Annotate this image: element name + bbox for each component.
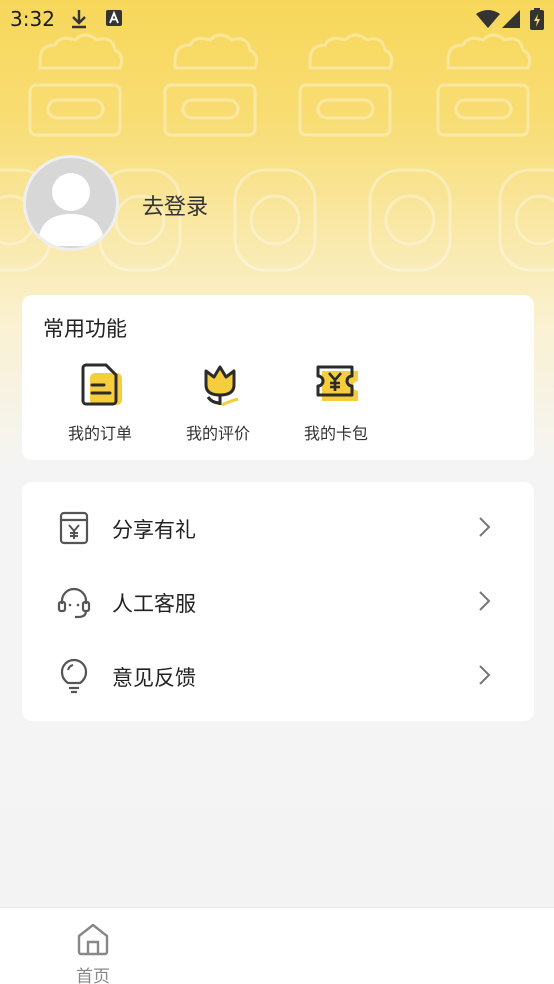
status-bar: 3:32 bbox=[0, 0, 554, 38]
chevron-right-icon bbox=[479, 665, 491, 685]
common-functions-title: 常用功能 bbox=[43, 317, 127, 341]
my-card-wallet-button[interactable]: 我的卡包 bbox=[286, 361, 386, 451]
chevron-right-icon bbox=[479, 517, 491, 537]
yuan-ticket-icon bbox=[316, 365, 358, 401]
feedback-label: 意见反馈 bbox=[112, 666, 196, 690]
bottom-navigation: 首页 bbox=[0, 907, 554, 984]
menu-item-feedback[interactable]: 意见反馈 bbox=[22, 639, 534, 713]
download-icon bbox=[72, 10, 86, 29]
menu-item-share-gift[interactable]: 分享有礼 bbox=[22, 491, 534, 565]
common-functions-card: 常用功能 我的订单 我的评价 我的卡包 bbox=[22, 295, 534, 460]
share-gift-label: 分享有礼 bbox=[112, 518, 196, 542]
share-gift-icon bbox=[59, 511, 89, 545]
menu-item-customer-service[interactable]: 人工客服 bbox=[22, 565, 534, 639]
customer-service-label: 人工客服 bbox=[112, 592, 196, 616]
nav-item-home[interactable]: 首页 bbox=[62, 920, 124, 984]
login-link[interactable]: 去登录 bbox=[142, 189, 208, 221]
chevron-right-icon bbox=[479, 591, 491, 611]
a-badge-icon bbox=[106, 10, 122, 26]
avatar[interactable] bbox=[23, 155, 119, 251]
user-avatar-icon bbox=[38, 173, 104, 246]
order-document-icon bbox=[81, 363, 122, 406]
flower-review-icon bbox=[204, 365, 239, 407]
headset-icon bbox=[57, 587, 91, 619]
status-time: 3:32 bbox=[10, 7, 55, 31]
wifi-icon bbox=[476, 10, 500, 28]
signal-icon bbox=[502, 10, 520, 28]
my-card-wallet-label: 我的卡包 bbox=[303, 424, 368, 443]
home-icon bbox=[77, 923, 109, 956]
menu-list-card: 分享有礼 人工客服 意见反馈 bbox=[22, 482, 534, 721]
nav-home-label: 首页 bbox=[76, 967, 110, 984]
my-reviews-button[interactable]: 我的评价 bbox=[168, 361, 268, 451]
my-orders-label: 我的订单 bbox=[67, 424, 132, 443]
lightbulb-icon bbox=[60, 658, 88, 694]
my-reviews-label: 我的评价 bbox=[185, 424, 250, 443]
battery-icon bbox=[530, 8, 544, 30]
my-orders-button[interactable]: 我的订单 bbox=[50, 361, 150, 451]
